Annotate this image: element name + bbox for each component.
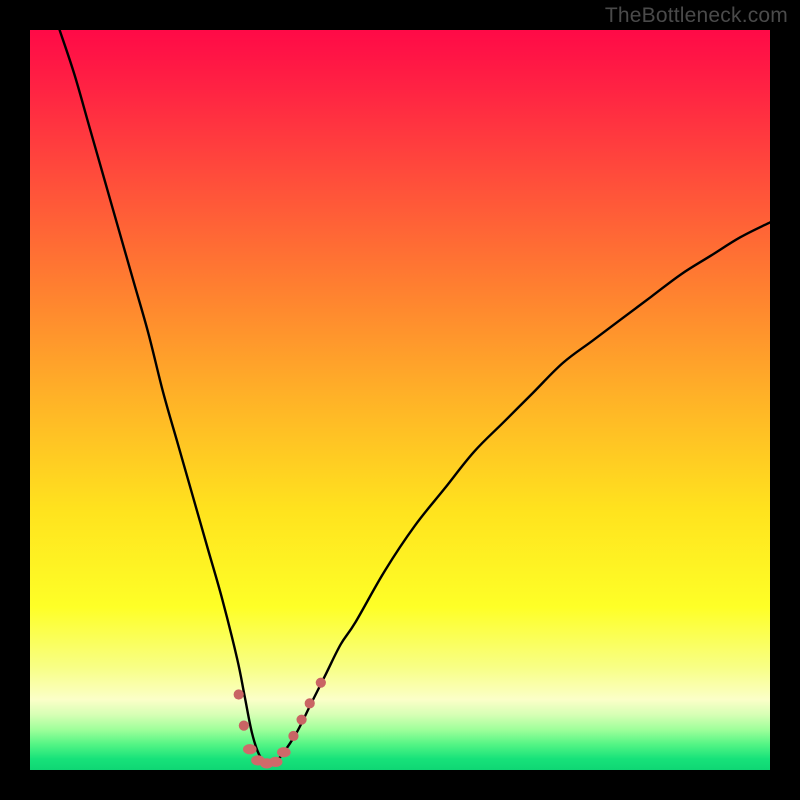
marker-dot xyxy=(234,689,244,699)
bottleneck-chart xyxy=(30,30,770,770)
marker-dot xyxy=(239,721,249,731)
marker-flat xyxy=(269,757,283,767)
watermark-text: TheBottleneck.com xyxy=(605,4,788,28)
marker-dot xyxy=(305,698,315,708)
marker-flat xyxy=(277,747,291,757)
marker-dot xyxy=(288,731,298,741)
chart-frame: { "watermark": "TheBottleneck.com", "col… xyxy=(0,0,800,800)
gradient-background xyxy=(30,30,770,770)
marker-dot xyxy=(316,678,326,688)
marker-dot xyxy=(296,715,306,725)
marker-flat xyxy=(243,744,257,754)
